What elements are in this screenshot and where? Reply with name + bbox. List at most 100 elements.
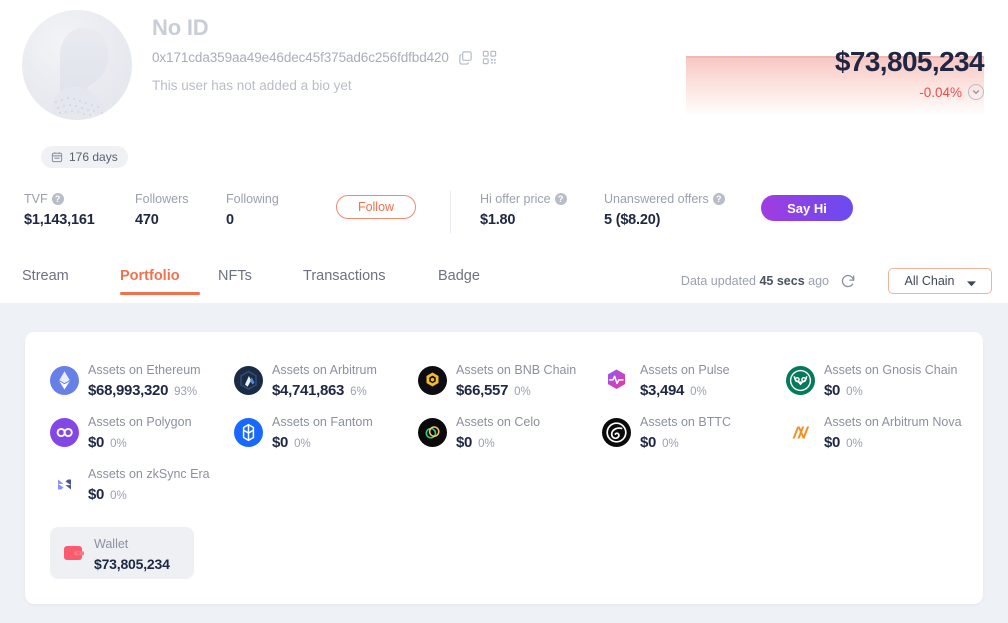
asset-value: $0: [456, 434, 473, 451]
chevron-down-icon[interactable]: [968, 84, 984, 100]
asset-percent: 0%: [294, 438, 311, 450]
stat-hi-offer-price: Hi offer price ? $1.80: [480, 191, 604, 228]
avatar[interactable]: [22, 10, 132, 120]
refresh-icon[interactable]: [840, 273, 856, 289]
asset-arbitrum-nova[interactable]: Assets on Arbitrum Nova $0 0%: [786, 406, 970, 458]
bnb-chain-icon: [418, 365, 447, 395]
asset-value-row: $0 0%: [824, 382, 957, 399]
tab-bar: Stream Portfolio NFTs Transactions Badge: [22, 268, 480, 295]
identity-block: No ID 0x171cda359aa49e46dec45f375ad6c256…: [152, 14, 672, 93]
stat-hi-offer-value: $1.80: [480, 212, 516, 228]
wallet-card[interactable]: Wallet $73,805,234: [50, 527, 194, 579]
arbitrum-icon: [234, 365, 263, 395]
chain-filter-dropdown[interactable]: All Chain: [888, 268, 992, 294]
tab-nfts[interactable]: NFTs: [218, 268, 303, 295]
asset-value: $3,494: [640, 382, 685, 399]
tab-badge[interactable]: Badge: [438, 268, 480, 295]
tvf-help-icon[interactable]: ?: [51, 193, 64, 205]
asset-percent: 0%: [478, 438, 495, 450]
fantom-icon: [234, 417, 263, 447]
asset-value-row: $3,494 0%: [640, 382, 730, 399]
tab-transactions[interactable]: Transactions: [303, 268, 438, 295]
pulse-icon: [602, 366, 631, 395]
asset-gnosis-chain[interactable]: Assets on Gnosis Chain $0 0%: [786, 354, 970, 406]
asset-celo[interactable]: Assets on Celo $0 0%: [418, 406, 602, 458]
stat-hi-offer-label-text: Hi offer price: [480, 192, 551, 206]
asset-value-row: $0 0%: [456, 434, 540, 451]
asset-zksync-era[interactable]: Assets on zkSync Era $0 0%: [50, 458, 234, 510]
qr-code-icon[interactable]: [482, 50, 497, 65]
data-updated-text: Data updated 45 secs ago: [681, 274, 829, 288]
asset-text: Assets on Arbitrum Nova $0 0%: [824, 413, 962, 451]
asset-value: $66,557: [456, 382, 509, 399]
updated-time: 45 secs: [759, 274, 805, 288]
asset-name: Assets on Arbitrum Nova: [824, 415, 962, 429]
asset-percent: 0%: [110, 490, 127, 502]
asset-percent: 6%: [350, 386, 367, 398]
asset-bttc[interactable]: Assets on BTTC $0 0%: [602, 406, 786, 458]
asset-text: Assets on BNB Chain $66,557 0%: [456, 361, 576, 399]
stat-following[interactable]: Following 0: [226, 191, 336, 228]
account-age-label: 176 days: [69, 150, 118, 164]
updated-suffix: ago: [808, 274, 829, 288]
asset-name: Assets on Fantom: [272, 415, 373, 429]
asset-text: Assets on Fantom $0 0%: [272, 413, 373, 451]
stat-tvf-label: TVF ?: [24, 191, 135, 207]
stats-divider: [450, 191, 451, 233]
asset-value: $68,993,320: [88, 382, 169, 399]
asset-value: $0: [272, 434, 289, 451]
asset-value: $4,741,863: [272, 382, 345, 399]
asset-text: Assets on Arbitrum $4,741,863 6%: [272, 361, 377, 399]
profile-page: No ID 0x171cda359aa49e46dec45f375ad6c256…: [0, 0, 1008, 623]
asset-value-row: $0 0%: [88, 434, 192, 451]
asset-percent: 0%: [846, 438, 863, 450]
asset-text: Assets on Polygon $0 0%: [88, 413, 192, 451]
asset-ethereum[interactable]: Assets on Ethereum $68,993,320 93%: [50, 354, 234, 406]
wallet-icon: [64, 546, 84, 560]
portfolio-value-block: $73,805,234 -0.04%: [835, 46, 985, 100]
assets-grid-row: Assets on zkSync Era $0 0%: [50, 458, 970, 510]
tab-portfolio[interactable]: Portfolio: [120, 268, 218, 295]
portfolio-change-percent: -0.04%: [919, 84, 962, 100]
asset-fantom[interactable]: Assets on Fantom $0 0%: [234, 406, 418, 458]
follow-button[interactable]: Follow: [336, 195, 416, 219]
unanswered-help-icon[interactable]: ?: [712, 193, 725, 205]
tab-stream[interactable]: Stream: [22, 268, 120, 295]
asset-value: $0: [88, 486, 105, 503]
asset-text: Assets on Celo $0 0%: [456, 413, 540, 451]
stat-following-label: Following: [226, 192, 279, 206]
asset-value: $0: [824, 434, 841, 451]
asset-name: Assets on Pulse: [640, 363, 730, 377]
asset-value-row: $0 0%: [640, 434, 731, 451]
asset-name: Assets on zkSync Era: [88, 467, 210, 481]
asset-percent: 93%: [174, 386, 198, 398]
stat-followers[interactable]: Followers 470: [135, 191, 226, 228]
asset-name: Assets on Celo: [456, 415, 541, 429]
say-hi-button[interactable]: Say Hi: [761, 195, 853, 221]
asset-bnb-chain[interactable]: Assets on BNB Chain $66,557 0%: [418, 354, 602, 406]
hi-offer-help-icon[interactable]: ?: [554, 193, 567, 205]
avatar-placeholder-icon: [52, 27, 109, 116]
stat-unanswered-label: Unanswered offers ?: [604, 191, 761, 207]
bio-text: This user has not added a bio yet: [152, 78, 352, 93]
asset-arbitrum[interactable]: Assets on Arbitrum $4,741,863 6%: [234, 354, 418, 406]
copy-icon[interactable]: [458, 50, 473, 65]
assets-grid-row: Assets on Ethereum $68,993,320 93% Asset…: [50, 354, 970, 406]
portfolio-change-row: -0.04%: [835, 84, 984, 100]
stat-followers-value: 470: [135, 212, 159, 228]
asset-value-row: $0 0%: [824, 434, 962, 451]
stat-unanswered-label-text: Unanswered offers: [604, 192, 709, 206]
asset-text: Assets on Gnosis Chain $0 0%: [824, 361, 957, 399]
ethereum-icon: [50, 365, 79, 395]
account-age-badge: 176 days: [41, 146, 128, 168]
asset-name: Assets on Polygon: [88, 415, 192, 429]
asset-value: $0: [640, 434, 657, 451]
asset-polygon[interactable]: Assets on Polygon $0 0%: [50, 406, 234, 458]
asset-pulse[interactable]: Assets on Pulse $3,494 0%: [602, 354, 786, 406]
asset-text: Assets on Ethereum $68,993,320 93%: [88, 361, 201, 399]
stat-unanswered-offers: Unanswered offers ? 5 ($8.20): [604, 191, 761, 228]
stat-tvf: TVF ? $1,143,161: [24, 191, 135, 228]
asset-name: Assets on BTTC: [640, 415, 731, 429]
asset-text: Assets on BTTC $0 0%: [640, 413, 731, 451]
stat-tvf-label-text: TVF: [24, 192, 48, 206]
